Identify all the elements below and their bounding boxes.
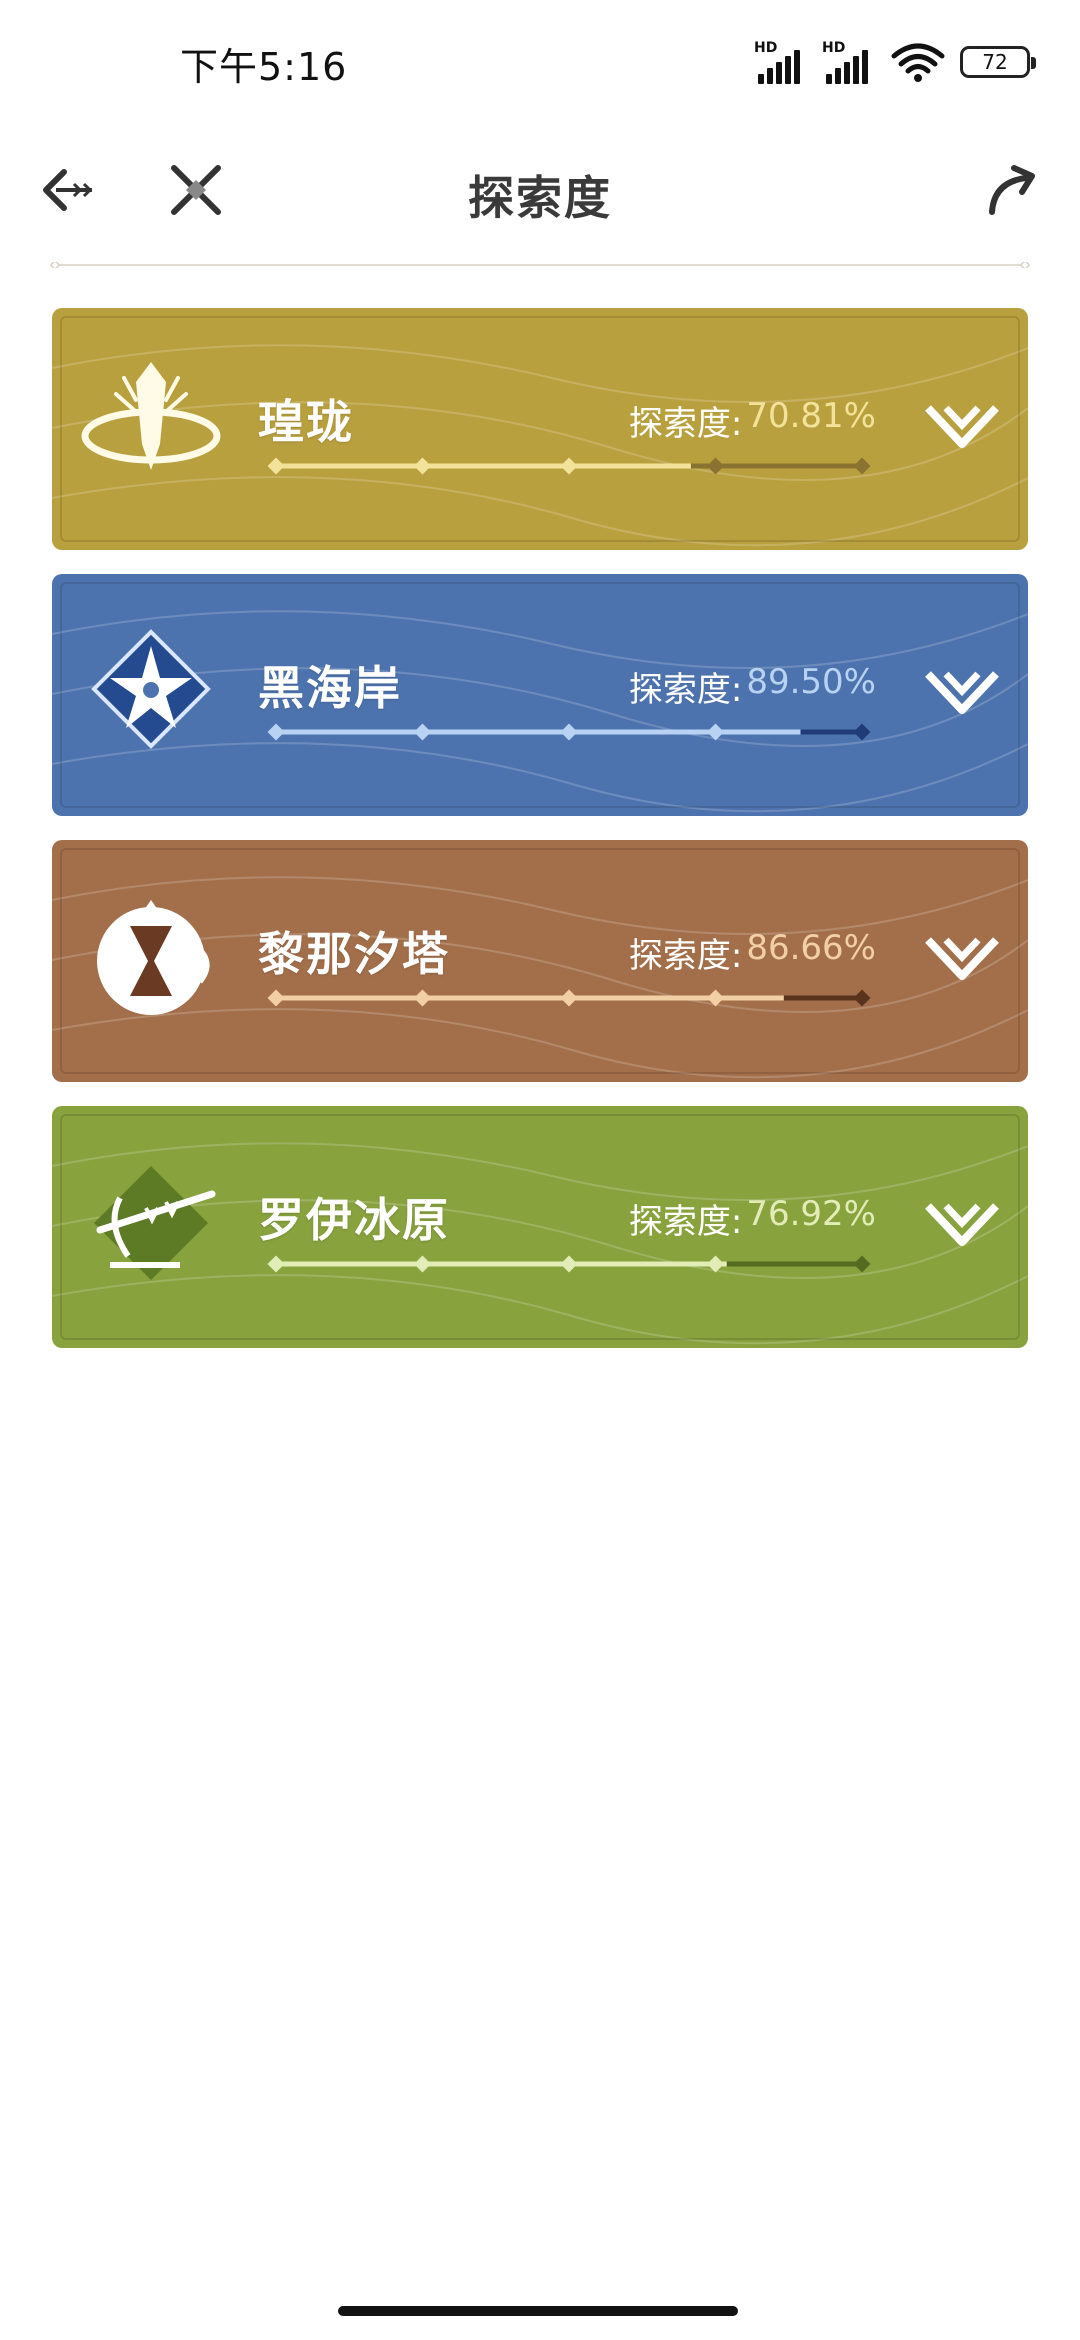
region-card[interactable]: 罗伊冰原 探索度: 76.92% <box>52 1106 1028 1348</box>
region-card[interactable]: 黑海岸 探索度: 89.50% <box>52 574 1028 816</box>
exploration-value: 89.50% <box>746 662 876 702</box>
hourglass-emblem-icon <box>97 900 210 1015</box>
progress-milestone <box>707 989 724 1007</box>
battery-icon: 72 <box>960 46 1036 78</box>
region-name: 瑝珑 <box>258 395 354 449</box>
exploration-progress-bar <box>267 1255 871 1273</box>
battery-level: 72 <box>982 50 1008 74</box>
exploration-label: 探索度: <box>628 1202 743 1242</box>
progress-milestone <box>853 457 871 475</box>
app-header: 探索度 <box>0 140 1080 240</box>
progress-milestone <box>560 457 578 475</box>
exploration-progress-bar <box>267 989 871 1007</box>
exploration-value: 86.66% <box>746 928 876 968</box>
chevron-down-icon[interactable] <box>924 1192 1000 1248</box>
region-list: 瑝珑 探索度: 70.81% 黑海岸 探索度: 89.50% 黎那汐塔 探索度:… <box>52 308 1028 1372</box>
progress-milestone <box>560 989 578 1007</box>
region-name: 黎那汐塔 <box>258 927 450 981</box>
progress-milestone <box>560 1255 578 1273</box>
status-time: 下午5:16 <box>180 45 348 89</box>
wifi-icon <box>891 43 945 82</box>
star-flower-emblem-icon <box>91 629 211 749</box>
share-icon[interactable] <box>980 158 1044 222</box>
progress-milestone <box>414 989 431 1007</box>
progress-milestone <box>707 723 724 741</box>
spear-emblem-icon <box>94 1166 216 1280</box>
exploration-progress-bar <box>267 457 871 475</box>
progress-milestone <box>560 723 578 741</box>
progress-milestone <box>267 989 285 1007</box>
chevron-down-icon[interactable] <box>924 394 1000 450</box>
region-card[interactable]: 瑝珑 探索度: 70.81% <box>52 308 1028 550</box>
progress-milestone <box>267 1255 285 1273</box>
progress-milestone <box>853 723 871 741</box>
progress-milestone <box>707 1255 724 1273</box>
exploration-label: 探索度: <box>628 404 743 444</box>
exploration-label: 探索度: <box>628 670 743 710</box>
region-name: 黑海岸 <box>258 661 402 715</box>
page-title: 探索度 <box>468 171 612 225</box>
progress-milestone <box>414 723 431 741</box>
signal-icon: HD <box>822 40 876 84</box>
home-indicator[interactable] <box>338 2306 738 2316</box>
progress-milestone <box>853 1255 871 1273</box>
progress-milestone <box>267 457 285 475</box>
progress-milestone <box>707 457 724 475</box>
status-icons: HD HD 72 <box>754 40 1036 84</box>
chevron-down-icon[interactable] <box>924 660 1000 716</box>
progress-milestone <box>414 1255 431 1273</box>
chevron-down-icon[interactable] <box>924 926 1000 982</box>
progress-milestone <box>853 989 871 1007</box>
exploration-value: 70.81% <box>746 396 876 436</box>
header-divider <box>50 262 1030 268</box>
signal-icon: HD <box>754 40 808 84</box>
exploration-label: 探索度: <box>628 936 743 976</box>
exploration-value: 76.92% <box>746 1194 876 1234</box>
exploration-progress-bar <box>267 723 871 741</box>
progress-milestone <box>267 723 285 741</box>
status-bar: 下午5:16 HD HD 72 <box>0 0 1080 130</box>
progress-milestone <box>414 457 431 475</box>
region-name: 罗伊冰原 <box>258 1193 450 1247</box>
dragon-emblem-icon <box>81 362 221 470</box>
region-card[interactable]: 黎那汐塔 探索度: 86.66% <box>52 840 1028 1082</box>
